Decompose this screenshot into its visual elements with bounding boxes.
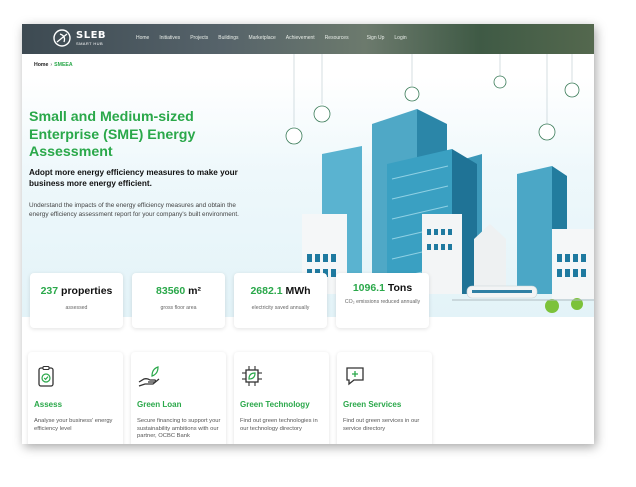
stat-card-floor-area: 83560 m² gross floor area	[132, 273, 225, 328]
clipboard-check-icon	[38, 365, 54, 387]
nav-link-achievement[interactable]: Achievement	[286, 35, 315, 41]
stat-unit: MWh	[285, 285, 311, 297]
leaf-logo-icon	[53, 29, 71, 47]
nav-link-buildings[interactable]: Buildings	[218, 35, 238, 41]
stat-card-electricity: 2682.1 MWh electricity saved annually	[234, 273, 327, 328]
browser-frame: SLEB SMART HUB Home Initiatives Projects…	[22, 24, 594, 444]
stat-unit: properties	[61, 285, 113, 297]
breadcrumb: Home › SMEEA	[34, 62, 73, 68]
card-title: Assess	[34, 400, 63, 409]
hero-description: Understand the impacts of the energy eff…	[29, 202, 239, 218]
nav-link-projects[interactable]: Projects	[190, 35, 208, 41]
stat-value: 237	[40, 285, 59, 297]
stat-label: assessed	[65, 305, 88, 311]
chat-plus-icon	[346, 367, 364, 386]
stat-label: gross floor area	[160, 305, 197, 311]
stat-unit: m²	[188, 285, 201, 297]
hand-sprout-icon	[138, 366, 160, 387]
card-green-loan[interactable]: Green Loan Secure financing to support y…	[131, 352, 226, 444]
card-description: Analyse your business' energy efficiency…	[34, 418, 113, 432]
breadcrumb-home[interactable]: Home	[34, 62, 48, 68]
nav-links: Home Initiatives Projects Buildings Mark…	[136, 35, 407, 41]
card-assess[interactable]: Assess Analyse your business' energy eff…	[28, 352, 123, 444]
top-navigation: SLEB SMART HUB Home Initiatives Projects…	[22, 24, 594, 54]
stat-unit: Tons	[387, 282, 413, 294]
chip-leaf-icon	[242, 366, 262, 386]
card-description: Find out green technologies in our techn…	[240, 418, 318, 432]
stat-label: electricity saved annually	[251, 305, 310, 311]
nav-link-resources[interactable]: Resources	[325, 35, 349, 41]
logo-title: SLEB	[76, 29, 107, 41]
stat-value: 2682.1	[250, 285, 283, 297]
card-green-technology[interactable]: Green Technology Find out green technolo…	[234, 352, 329, 444]
breadcrumb-current: SMEEA	[54, 62, 73, 68]
page-title: Small and Medium-sized Enterprise (SME) …	[29, 109, 196, 160]
stat-value: 83560	[156, 285, 186, 297]
card-description: Find out green services in our service d…	[343, 418, 420, 432]
card-title: Green Services	[343, 400, 402, 409]
nav-link-marketplace[interactable]: Marketplace	[249, 35, 276, 41]
card-title: Green Loan	[137, 400, 182, 409]
stat-card-properties: 237 properties assessed	[30, 273, 123, 328]
nav-link-home[interactable]: Home	[136, 35, 149, 41]
logo-subtitle: SMART HUB	[76, 40, 104, 46]
hero-subtitle: Adopt more energy efficiency measures to…	[29, 168, 238, 188]
nav-link-initiatives[interactable]: Initiatives	[159, 35, 180, 41]
nav-link-signup[interactable]: Sign Up	[367, 35, 385, 41]
card-description: Secure financing to support your sustain…	[137, 418, 221, 440]
nav-link-login[interactable]: Login	[394, 35, 406, 41]
stat-value: 1096.1	[352, 282, 385, 294]
stat-card-emissions: 1096.1 Tons CO₂ emissions reduced annual…	[336, 273, 429, 328]
breadcrumb-separator: ›	[50, 62, 53, 68]
stat-label: CO₂ emissions reduced annually	[344, 299, 421, 305]
card-green-services[interactable]: Green Services Find out green services i…	[337, 352, 432, 444]
card-title: Green Technology	[240, 400, 310, 409]
logo[interactable]: SLEB SMART HUB	[52, 28, 106, 48]
